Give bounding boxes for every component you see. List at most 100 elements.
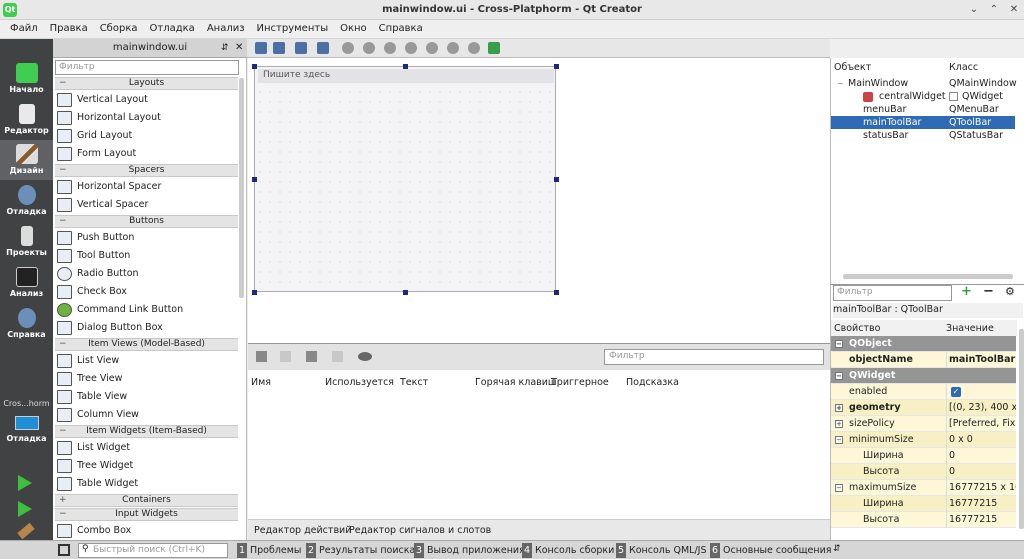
property-row[interactable]: + sizePolicy [Preferred, Fix... bbox=[831, 416, 1016, 432]
col-class[interactable]: Класс bbox=[949, 62, 978, 73]
configure-action-icon[interactable] bbox=[332, 351, 343, 362]
toggle-sidebar-icon[interactable] bbox=[58, 544, 70, 556]
tab-signal-slot-editor[interactable]: Редактор сигналов и слотов bbox=[349, 525, 491, 536]
debug-run-icon[interactable] bbox=[18, 501, 32, 517]
widget-tool-button[interactable]: Tool Button bbox=[57, 247, 237, 265]
category-item-widgets[interactable]: − Item Widgets (Item-Based) bbox=[55, 425, 238, 438]
property-editor-scrollbar[interactable] bbox=[1019, 329, 1024, 529]
property-filter-input[interactable]: Фильтр bbox=[833, 285, 952, 301]
property-row[interactable]: Высота 0 bbox=[831, 464, 1016, 480]
collapse-icon[interactable]: − bbox=[837, 77, 844, 90]
pane-issues[interactable]: 1 Проблемы bbox=[237, 543, 301, 558]
widget-tree-view[interactable]: Tree View bbox=[57, 370, 237, 388]
property-value[interactable]: 16777215 x 16... bbox=[946, 480, 1016, 496]
property-value[interactable]: 0 x 0 bbox=[946, 432, 1016, 448]
chevron-icon[interactable]: ⇵ bbox=[221, 39, 229, 57]
layout-splitter-h-icon[interactable] bbox=[384, 42, 396, 54]
resize-handle[interactable] bbox=[554, 64, 559, 69]
close-editor-icon[interactable]: ✕ bbox=[235, 39, 243, 57]
col-value[interactable]: Значение bbox=[946, 323, 994, 334]
edit-buddies-icon[interactable] bbox=[295, 42, 307, 54]
edit-widgets-icon[interactable] bbox=[255, 42, 267, 54]
property-row[interactable]: Высота 16777215 bbox=[831, 512, 1016, 528]
widget-vertical-layout[interactable]: Vertical Layout bbox=[57, 91, 237, 109]
object-row[interactable]: menuBar QMenuBar bbox=[831, 103, 1015, 116]
widget-grid-layout[interactable]: Grid Layout bbox=[57, 127, 237, 145]
menu-help[interactable]: Справка bbox=[373, 20, 429, 38]
layout-vertical-icon[interactable] bbox=[363, 42, 375, 54]
object-row[interactable]: centralWidget QWidget bbox=[831, 90, 1015, 103]
resize-handle[interactable] bbox=[252, 177, 257, 182]
property-row[interactable]: − minimumSize 0 x 0 bbox=[831, 432, 1016, 448]
resize-handle[interactable] bbox=[554, 177, 559, 182]
copy-action-icon[interactable] bbox=[280, 351, 291, 362]
category-containers[interactable]: + Containers bbox=[55, 494, 238, 507]
col-name[interactable]: Имя bbox=[251, 377, 271, 388]
new-action-icon[interactable] bbox=[256, 351, 267, 362]
property-row[interactable]: Ширина 16777215 bbox=[831, 496, 1016, 512]
widget-form-layout[interactable]: Form Layout bbox=[57, 145, 237, 163]
menu-placeholder[interactable]: Пишите здесь bbox=[258, 69, 554, 83]
resize-handle[interactable] bbox=[403, 290, 408, 295]
pane-compile-output[interactable]: 4 Консоль сборки bbox=[522, 543, 614, 558]
more-panes-icon[interactable]: ⇵ bbox=[833, 544, 841, 554]
menu-debug[interactable]: Отладка bbox=[144, 20, 201, 38]
col-shortcut[interactable]: Горячая клавиш bbox=[475, 377, 557, 388]
mode-help[interactable]: Справка bbox=[0, 304, 53, 344]
object-row[interactable]: statusBar QStatusBar bbox=[831, 129, 1015, 142]
pane-search-results[interactable]: 2 Результаты поиска bbox=[306, 543, 415, 558]
collapse-icon[interactable]: − bbox=[835, 340, 843, 348]
resize-handle[interactable] bbox=[403, 64, 408, 69]
widget-list-widget[interactable]: List Widget bbox=[57, 439, 237, 457]
property-row[interactable]: + geometry [(0, 23), 400 x 1... bbox=[831, 400, 1016, 416]
property-group[interactable]: − QObject bbox=[831, 336, 1016, 352]
widget-combo-box[interactable]: Combo Box bbox=[57, 522, 237, 540]
build-icon[interactable] bbox=[17, 522, 35, 540]
resize-handle[interactable] bbox=[252, 290, 257, 295]
widget-check-box[interactable]: Check Box bbox=[57, 283, 237, 301]
widget-table-view[interactable]: Table View bbox=[57, 388, 237, 406]
property-row[interactable]: objectName mainToolBar bbox=[831, 352, 1016, 368]
edit-tab-order-icon[interactable] bbox=[317, 42, 329, 54]
layout-horizontal-icon[interactable] bbox=[342, 42, 354, 54]
widget-column-view[interactable]: Column View bbox=[57, 406, 237, 424]
property-value[interactable]: ✓ bbox=[946, 384, 1016, 400]
locator-input[interactable]: Быстрый поиск (Ctrl+K) bbox=[78, 543, 228, 558]
col-property[interactable]: Свойство bbox=[834, 323, 880, 334]
break-layout-icon[interactable] bbox=[468, 42, 480, 54]
remove-property-icon[interactable]: − bbox=[983, 285, 995, 298]
col-used[interactable]: Используется bbox=[325, 377, 394, 388]
mode-design[interactable]: Дизайн bbox=[0, 140, 53, 180]
form-canvas[interactable]: Пишите здесь bbox=[248, 58, 830, 343]
mode-projects[interactable]: Проекты bbox=[0, 222, 53, 262]
widget-command-link-button[interactable]: Command Link Button bbox=[57, 301, 237, 319]
collapse-icon[interactable]: − bbox=[835, 372, 843, 380]
property-row[interactable]: Ширина 0 bbox=[831, 448, 1016, 464]
property-value[interactable]: 16777215 bbox=[946, 496, 1016, 512]
menu-tools[interactable]: Инструменты bbox=[251, 20, 335, 38]
property-value[interactable]: [Preferred, Fix... bbox=[946, 416, 1016, 432]
widget-horizontal-layout[interactable]: Horizontal Layout bbox=[57, 109, 237, 127]
layout-form-icon[interactable] bbox=[447, 42, 459, 54]
col-checkable[interactable]: Триггерное bbox=[551, 377, 609, 388]
add-property-icon[interactable]: + bbox=[961, 285, 973, 298]
resize-handle[interactable] bbox=[554, 290, 559, 295]
col-object[interactable]: Объект bbox=[834, 62, 871, 73]
object-row-selected[interactable]: mainToolBar QToolBar bbox=[831, 116, 1015, 129]
widget-table-widget[interactable]: Table Widget bbox=[57, 475, 237, 493]
maximize-icon[interactable]: ⌃ bbox=[988, 4, 1000, 16]
object-row[interactable]: − MainWindow QMainWindow bbox=[831, 77, 1017, 90]
editor-tab[interactable]: mainwindow.ui ⇵ ✕ bbox=[53, 39, 247, 58]
property-row[interactable]: − maximumSize 16777215 x 16... bbox=[831, 480, 1016, 496]
object-inspector-scrollbar[interactable] bbox=[843, 274, 1013, 279]
property-value[interactable]: 0 bbox=[946, 448, 1016, 464]
configure-icon[interactable]: ⚙ bbox=[1005, 286, 1017, 298]
mode-debug[interactable]: Отладка bbox=[0, 181, 53, 221]
edit-signals-icon[interactable] bbox=[273, 42, 285, 54]
main-window-form[interactable]: Пишите здесь bbox=[254, 66, 556, 292]
run-icon[interactable] bbox=[18, 475, 32, 491]
col-text[interactable]: Текст bbox=[400, 377, 428, 388]
collapse-icon[interactable]: − bbox=[835, 436, 843, 444]
category-input-widgets[interactable]: − Input Widgets bbox=[55, 508, 238, 521]
adjust-size-icon[interactable] bbox=[488, 42, 500, 54]
